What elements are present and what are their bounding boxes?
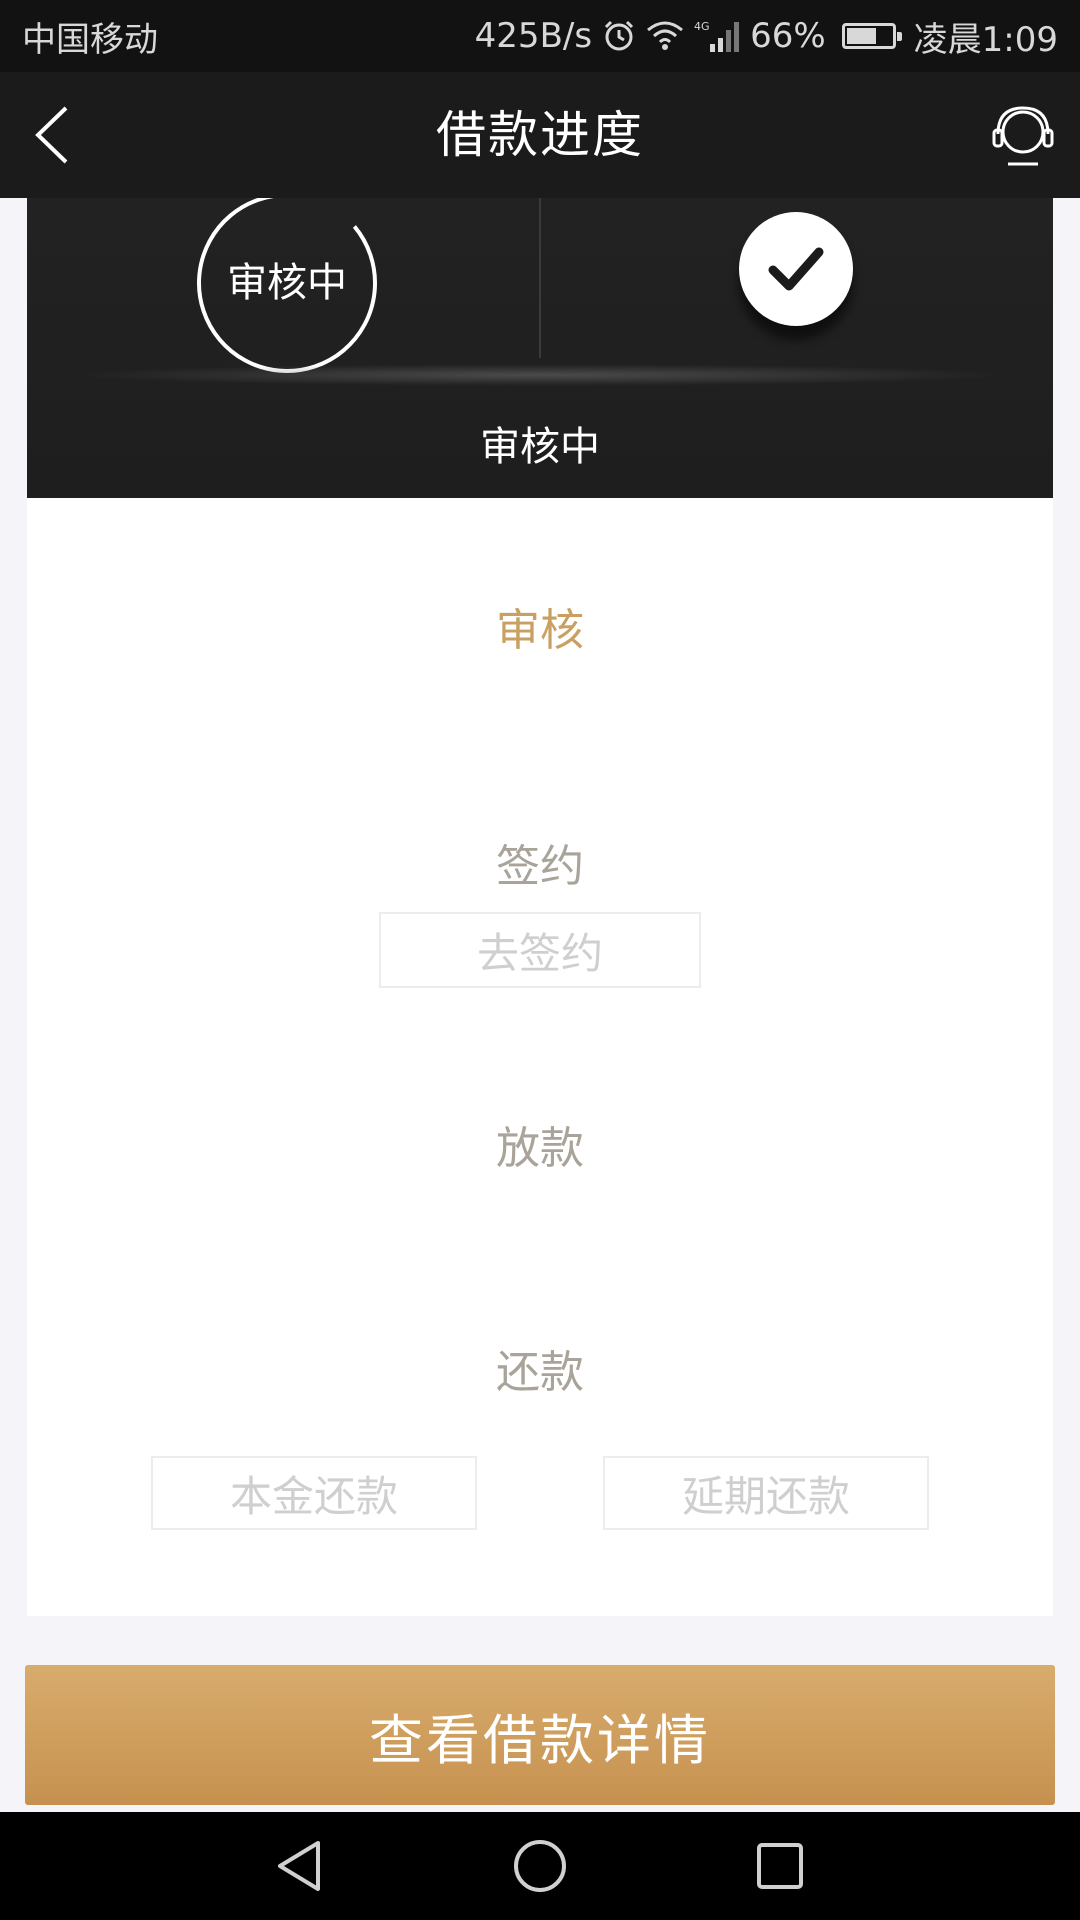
headset-icon[interactable]: [990, 102, 1056, 168]
sign-button[interactable]: 去签约: [379, 912, 701, 988]
divider: [539, 198, 541, 358]
alarm-icon: [602, 19, 636, 53]
view-loan-details-button[interactable]: 查看借款详情: [25, 1665, 1055, 1805]
current-step-indicator: 审核中: [194, 198, 380, 376]
status-text: 审核中: [480, 424, 600, 470]
principal-repay-button[interactable]: 本金还款: [151, 1456, 477, 1530]
nav-recents-icon[interactable]: [748, 1834, 812, 1898]
step-sign: 签约: [496, 841, 584, 892]
step-disburse: 放款: [496, 1123, 584, 1174]
clock: 凌晨1:09: [913, 19, 1058, 60]
battery-percent: 66%: [750, 16, 826, 56]
status-bar: 中国移动 425B/s 4G 66% 凌晨1:09: [0, 0, 1080, 72]
title-bar: 借款进度: [0, 72, 1080, 198]
nav-home-icon[interactable]: [508, 1834, 572, 1898]
status-icons: 425B/s 4G 66% 凌晨1:09: [475, 12, 1058, 61]
steps-panel: 审核 签约 去签约 放款 还款 本金还款 延期还款: [27, 498, 1053, 1616]
current-step-label: 审核中: [227, 260, 347, 306]
svg-text:4G: 4G: [694, 20, 710, 33]
signal-4g-icon: 4G: [694, 18, 740, 54]
checkmark-icon: [739, 212, 853, 326]
carrier-name: 中国移动: [22, 19, 158, 60]
battery-icon: [841, 23, 902, 49]
chevron-left-icon[interactable]: [22, 100, 92, 170]
page-title: 借款进度: [436, 106, 644, 164]
wifi-icon: [646, 20, 684, 52]
step-repay: 还款: [496, 1347, 584, 1398]
extension-repay-button[interactable]: 延期还款: [603, 1456, 929, 1530]
net-speed: 425B/s: [474, 16, 593, 56]
navigation-bar: [0, 1812, 1080, 1920]
nav-back-icon[interactable]: [268, 1834, 332, 1898]
glow-divider: [67, 364, 1013, 386]
progress-card: 审核中 审核中: [27, 198, 1053, 498]
step-review: 审核: [496, 605, 584, 656]
